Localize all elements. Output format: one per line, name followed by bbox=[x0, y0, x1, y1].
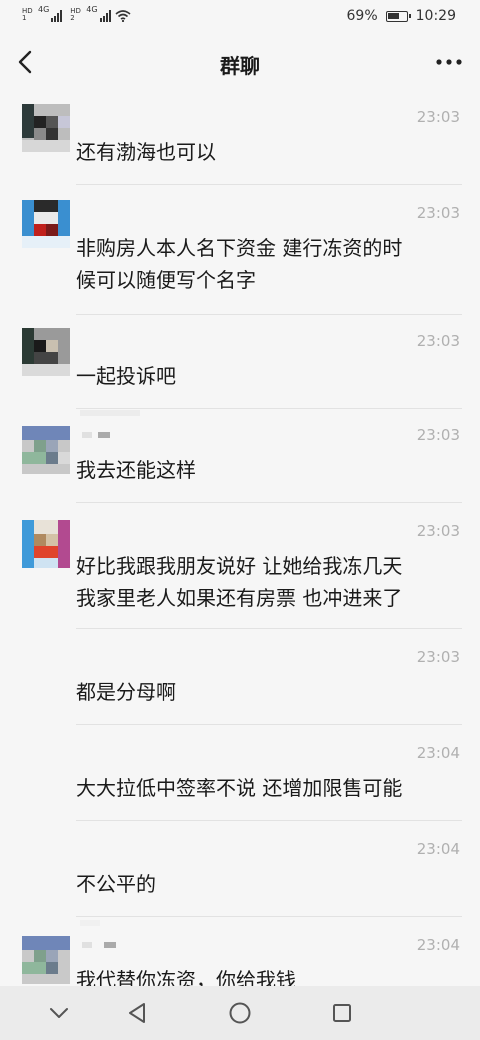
avatar[interactable] bbox=[22, 328, 70, 376]
battery-fill bbox=[387, 12, 399, 19]
message-timestamp: 23:03 bbox=[416, 648, 460, 666]
message-timestamp: 23:03 bbox=[416, 332, 460, 350]
home-circle-icon bbox=[229, 1002, 251, 1024]
message-divider bbox=[76, 628, 462, 629]
signal-icon-1 bbox=[51, 10, 63, 22]
message-timestamp: 23:04 bbox=[416, 840, 460, 858]
message-divider bbox=[76, 502, 462, 503]
message-text: 不公平的 bbox=[76, 872, 156, 896]
recents-square-icon bbox=[333, 1004, 351, 1022]
message-text: 还有渤海也可以 bbox=[76, 140, 216, 164]
message-divider bbox=[76, 820, 462, 821]
message-divider bbox=[76, 184, 462, 185]
message-text: 我去还能这样 bbox=[76, 458, 196, 482]
chevron-down-icon bbox=[50, 1008, 68, 1018]
status-left: HD 1 4G HD 2 4G bbox=[22, 5, 131, 22]
message-timestamp: 23:03 bbox=[416, 204, 460, 222]
avatar[interactable] bbox=[22, 104, 70, 152]
wifi-icon bbox=[115, 10, 131, 22]
system-recents-button[interactable] bbox=[327, 998, 357, 1028]
status-right: 69% 10:29 bbox=[347, 8, 456, 24]
avatar[interactable] bbox=[22, 200, 70, 248]
battery-icon bbox=[385, 10, 411, 22]
more-horizontal-icon bbox=[436, 59, 462, 65]
sender-name-blur bbox=[82, 942, 116, 948]
page-title: 群聊 bbox=[220, 54, 260, 78]
sender-name bbox=[80, 410, 140, 416]
avatar[interactable] bbox=[22, 936, 70, 984]
message-text: 好比我跟我朋友说好 让她给我冻几天 我家里老人如果还有房票 也冲进来了 bbox=[76, 554, 403, 610]
message-timestamp: 23:03 bbox=[416, 522, 460, 540]
system-home-button[interactable] bbox=[225, 998, 255, 1028]
network-label-2: 4G bbox=[86, 5, 98, 14]
message-text: 我代替你冻资，你给我钱 bbox=[76, 968, 296, 986]
avatar[interactable] bbox=[22, 426, 70, 474]
message-timestamp: 23:04 bbox=[416, 744, 460, 762]
message-text: 一起投诉吧 bbox=[76, 364, 176, 388]
battery-percent: 69% bbox=[346, 8, 378, 24]
hd-badge-1: HD 1 bbox=[22, 7, 33, 22]
signal-icon-2 bbox=[99, 10, 111, 22]
message-timestamp: 23:03 bbox=[416, 426, 460, 444]
message-text: 都是分母啊 bbox=[76, 680, 176, 704]
message-divider bbox=[76, 314, 462, 315]
chat-header: 群聊 bbox=[0, 34, 480, 90]
sender-name-blur bbox=[82, 432, 110, 438]
message-list[interactable]: 23:03 还有渤海也可以 23:03 非购房人本人名下资金 建行冻资的时 候可… bbox=[0, 90, 480, 986]
message-text: 大大拉低中签率不说 还增加限售可能 bbox=[76, 776, 403, 800]
message-divider bbox=[76, 916, 462, 917]
more-button[interactable] bbox=[434, 50, 464, 74]
status-bar: HD 1 4G HD 2 4G 69% 10:29 bbox=[0, 0, 480, 34]
message-timestamp: 23:04 bbox=[416, 936, 460, 954]
message-text: 非购房人本人名下资金 建行冻资的时 候可以随便写个名字 bbox=[76, 236, 403, 292]
message-timestamp: 23:03 bbox=[416, 108, 460, 126]
network-label-1: 4G bbox=[38, 5, 50, 14]
hd-badge-2: HD 2 bbox=[70, 7, 81, 22]
avatar[interactable] bbox=[22, 520, 70, 568]
message-divider bbox=[76, 724, 462, 725]
hide-keyboard-button[interactable] bbox=[44, 998, 74, 1028]
system-navigation-bar bbox=[0, 986, 480, 1040]
back-triangle-icon bbox=[129, 1003, 145, 1023]
clock: 10:29 bbox=[415, 8, 456, 24]
chat-screen: HD 1 4G HD 2 4G 69% 10:29 群聊 23:03 还有渤海也… bbox=[0, 0, 480, 1040]
sender-name bbox=[80, 920, 100, 926]
message-divider bbox=[76, 408, 462, 409]
system-back-button[interactable] bbox=[122, 998, 152, 1028]
